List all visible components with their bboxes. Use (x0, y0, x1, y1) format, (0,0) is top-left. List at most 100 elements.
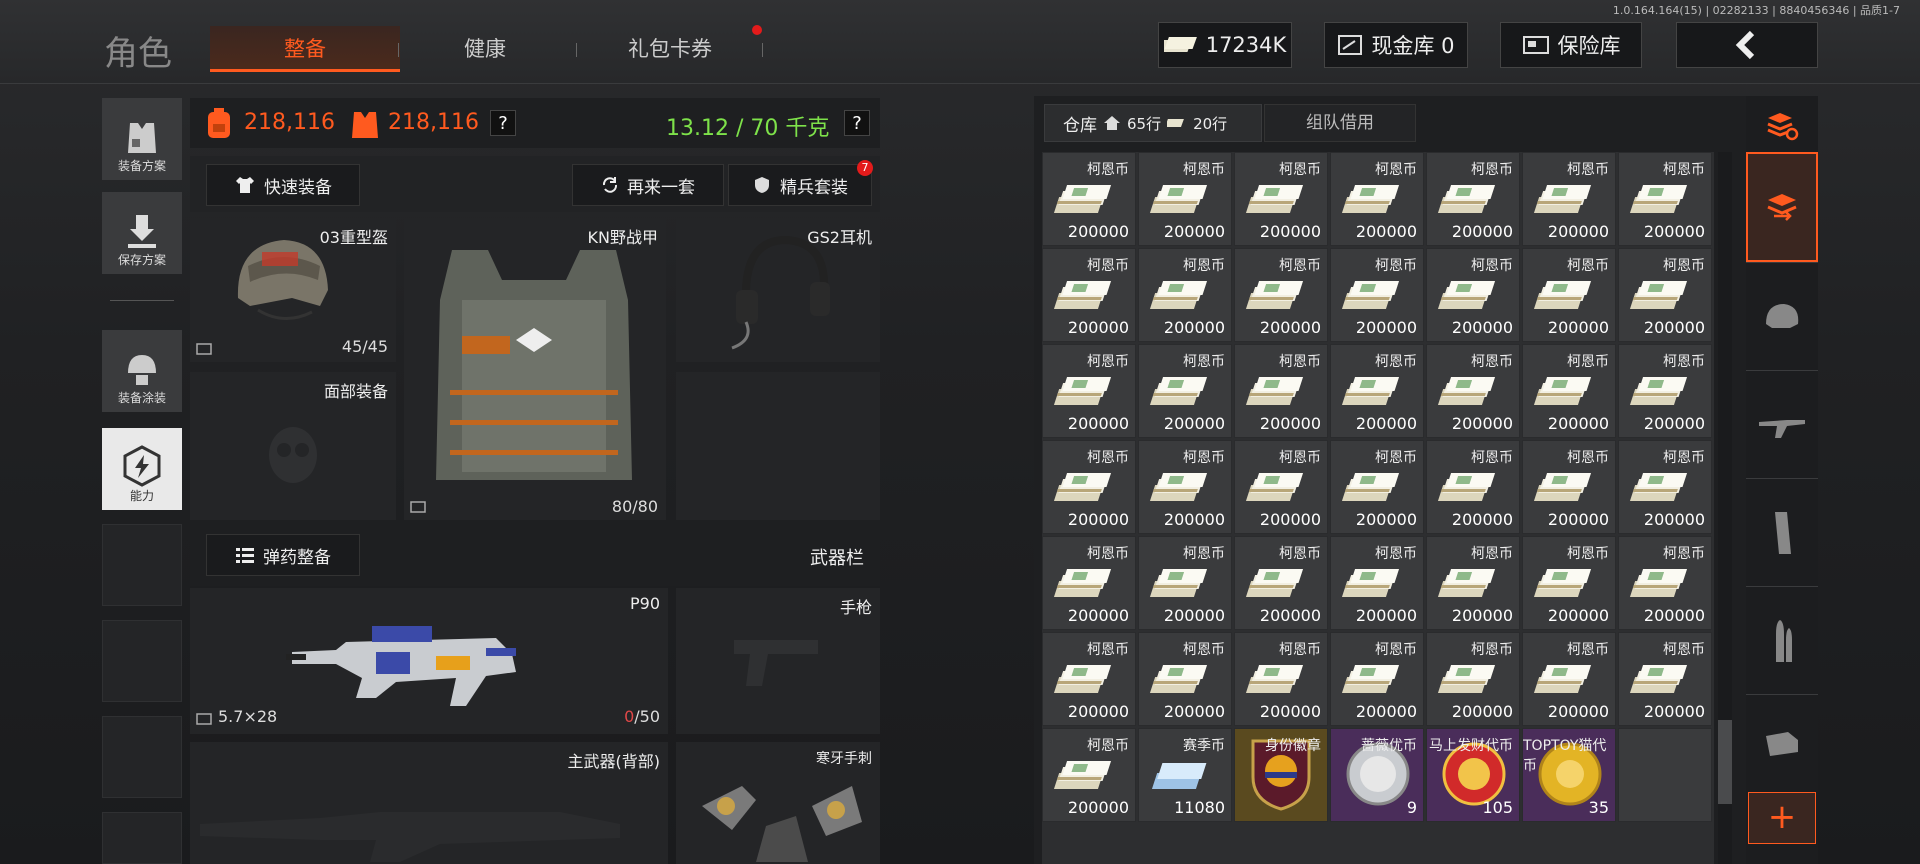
inventory-cell[interactable]: 柯恩币 200000 (1426, 440, 1520, 534)
inventory-cell[interactable]: 柯恩币 200000 (1618, 632, 1712, 726)
inventory-cell[interactable]: 柯恩币 200000 (1618, 248, 1712, 342)
scrollbar-thumb[interactable] (1718, 720, 1732, 804)
inventory-cell[interactable]: 柯恩币 200000 (1042, 440, 1136, 534)
item-name: 柯恩币 (1375, 642, 1417, 658)
inventory-cell[interactable]: 柯恩币 200000 (1426, 632, 1520, 726)
coin-bundle-icon (1533, 185, 1592, 213)
inventory-cell[interactable]: 柯恩币 200000 (1522, 344, 1616, 438)
inventory-cell[interactable]: 柯恩币 200000 (1138, 152, 1232, 246)
helmet-slot[interactable]: 03重型盔 45/45 (190, 218, 396, 362)
nav-attachments[interactable] (1746, 694, 1818, 790)
headset-slot[interactable]: GS2耳机 (676, 218, 880, 362)
inventory-cell[interactable]: 柯恩币 200000 (1138, 248, 1232, 342)
inventory-cell[interactable]: 柯恩币 200000 (1138, 440, 1232, 534)
item-count: 200000 (1547, 414, 1609, 433)
nav-ammo[interactable] (1746, 586, 1818, 694)
weight-help-icon[interactable]: ? (844, 110, 870, 136)
tab-health[interactable]: 健康 (400, 26, 570, 72)
empty-equipment-slot[interactable] (676, 372, 880, 520)
currency-display[interactable]: 17234K (1158, 22, 1292, 68)
empty-sidebar-slot (102, 620, 182, 702)
add-button[interactable]: + (1748, 792, 1816, 844)
team-borrow-tab[interactable]: 组队借用 (1264, 104, 1416, 142)
inventory-cell[interactable]: 柯恩币 200000 (1042, 344, 1136, 438)
nav-magazine[interactable] (1746, 478, 1818, 586)
inventory-cell[interactable]: 马上发财代币 105 (1426, 728, 1520, 822)
equipment-paint-button[interactable]: 装备涂装 (102, 330, 182, 412)
inventory-cell[interactable]: 柯恩币 200000 (1234, 152, 1328, 246)
inventory-cell[interactable]: 柯恩币 200000 (1330, 440, 1424, 534)
quick-equip-button[interactable]: 快速装备 (206, 164, 360, 206)
inventory-cell[interactable]: 蔷薇优币 9 (1330, 728, 1424, 822)
inventory-cell[interactable]: 柯恩币 200000 (1234, 536, 1328, 630)
inventory-cell[interactable]: 柯恩币 200000 (1618, 536, 1712, 630)
tab-equip[interactable]: 整备 (210, 26, 400, 72)
item-name: 柯恩币 (1183, 546, 1225, 562)
pistol-slot[interactable]: 手枪 (676, 588, 880, 734)
inventory-cell[interactable]: TOPTOY猫代币 35 (1522, 728, 1616, 822)
save-plan-button[interactable]: 保存方案 (102, 192, 182, 274)
inventory-cell[interactable]: 柯恩币 200000 (1138, 344, 1232, 438)
inventory-cell[interactable]: 柯恩币 200000 (1330, 632, 1424, 726)
coin-bundle-icon (1629, 185, 1688, 213)
inventory-cell[interactable]: 柯恩币 200000 (1234, 632, 1328, 726)
ability-button[interactable]: 能力 (102, 428, 182, 510)
item-count: 200000 (1355, 702, 1417, 721)
another-set-button[interactable]: 再来一套 (572, 164, 724, 206)
nav-helmet[interactable] (1746, 262, 1818, 370)
inventory-cell[interactable]: 身份徽章 (1234, 728, 1328, 822)
nav-weapon[interactable] (1746, 370, 1818, 478)
inventory-cell[interactable]: 柯恩币 200000 (1042, 632, 1136, 726)
inventory-cell[interactable]: 柯恩币 200000 (1138, 536, 1232, 630)
nav-all-items[interactable] (1746, 152, 1818, 262)
inventory-cell[interactable]: 柯恩币 200000 (1042, 728, 1136, 822)
elite-set-button[interactable]: 精兵套装 (728, 164, 872, 206)
cash-vault-button[interactable]: 现金库 0 (1324, 22, 1468, 68)
armor-slot[interactable]: KN野战甲 80/80 (404, 218, 666, 520)
inventory-cell[interactable]: 柯恩币 200000 (1042, 536, 1136, 630)
headset-image (731, 235, 830, 350)
inventory-cell[interactable]: 柯恩币 200000 (1522, 248, 1616, 342)
inventory-cell[interactable]: 柯恩币 200000 (1330, 152, 1424, 246)
inventory-cell[interactable]: 柯恩币 200000 (1138, 632, 1232, 726)
inventory-cell[interactable]: 柯恩币 200000 (1234, 248, 1328, 342)
inventory-cell[interactable]: 柯恩币 200000 (1522, 536, 1616, 630)
inventory-cell[interactable]: 柯恩币 200000 (1618, 440, 1712, 534)
back-weapon-slot[interactable]: 主武器(背部) (190, 742, 668, 864)
inventory-cell[interactable]: 赛季币 11080 (1138, 728, 1232, 822)
inventory-cell[interactable]: 柯恩币 200000 (1618, 344, 1712, 438)
item-count: 11080 (1174, 798, 1225, 817)
sort-button[interactable] (1746, 98, 1818, 154)
inventory-cell[interactable]: 柯恩币 200000 (1426, 536, 1520, 630)
warehouse-tab[interactable]: 仓库 65行 20行 (1044, 104, 1262, 142)
inventory-cell[interactable]: 柯恩币 200000 (1522, 440, 1616, 534)
face-slot[interactable]: 面部装备 (190, 372, 396, 520)
inventory-cell[interactable]: 柯恩币 200000 (1234, 440, 1328, 534)
inventory-cell[interactable]: 柯恩币 200000 (1042, 248, 1136, 342)
inventory-cell[interactable]: 柯恩币 200000 (1426, 344, 1520, 438)
help-icon[interactable]: ? (490, 110, 516, 136)
item-name: 柯恩币 (1663, 642, 1705, 658)
loadout-plan-button[interactable]: 装备方案 (102, 98, 182, 180)
inventory-cell[interactable]: 柯恩币 200000 (1522, 152, 1616, 246)
melee-slot[interactable]: 寒牙手刺 (676, 742, 880, 864)
back-button[interactable] (1676, 22, 1818, 68)
ammo-prep-button[interactable]: 弹药整备 (206, 534, 360, 576)
inventory-cell[interactable]: 柯恩币 200000 (1234, 344, 1328, 438)
inventory-cell[interactable]: 柯恩币 200000 (1618, 152, 1712, 246)
item-name: 柯恩币 (1471, 162, 1513, 178)
tab-gift-cards[interactable]: 礼包卡券 (580, 26, 760, 72)
item-count: 200000 (1547, 318, 1609, 337)
inventory-cell[interactable]: 柯恩币 200000 (1426, 248, 1520, 342)
item-count: 200000 (1643, 318, 1705, 337)
inventory-cell[interactable]: 柯恩币 200000 (1330, 536, 1424, 630)
inventory-cell[interactable]: 柯恩币 200000 (1330, 248, 1424, 342)
inventory-cell[interactable]: 柯恩币 200000 (1330, 344, 1424, 438)
inventory-cell[interactable]: 柯恩币 200000 (1522, 632, 1616, 726)
helmet-paint-icon (128, 355, 156, 385)
primary-weapon-slot[interactable]: P90 5.7×28 0/50 (190, 588, 668, 734)
insurance-vault-button[interactable]: 保险库 (1500, 22, 1642, 68)
inventory-cell[interactable]: 柯恩币 200000 (1042, 152, 1136, 246)
inventory-cell[interactable]: 柯恩币 200000 (1426, 152, 1520, 246)
inventory-cell[interactable] (1618, 728, 1712, 822)
